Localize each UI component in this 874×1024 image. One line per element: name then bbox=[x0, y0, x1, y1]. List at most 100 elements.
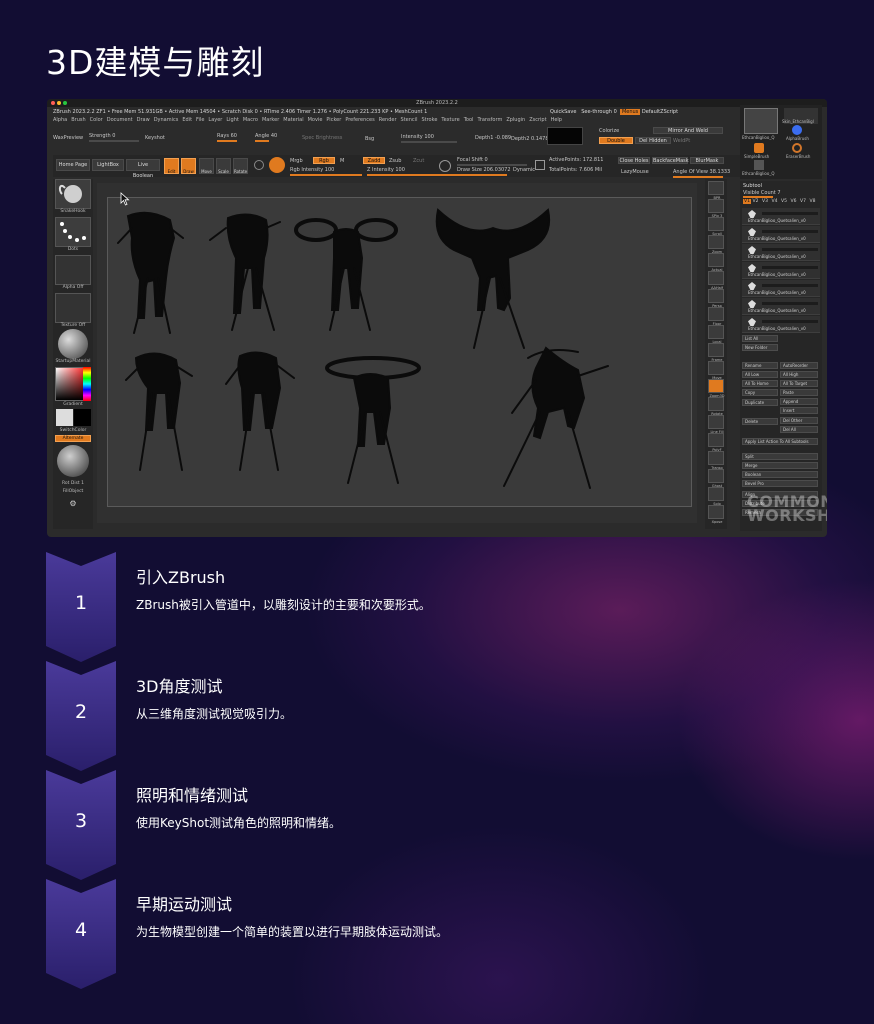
edit-mode-button[interactable]: Edit bbox=[164, 158, 179, 174]
view-tool-bpr[interactable]: BPR bbox=[708, 181, 724, 200]
subtool-list-all-button[interactable]: List All bbox=[742, 335, 778, 342]
simple-brush-icon[interactable] bbox=[754, 143, 764, 153]
live-boolean-button[interactable]: Live Boolean bbox=[126, 159, 160, 179]
subtool-del-other-button[interactable]: Del Other bbox=[780, 417, 818, 424]
menu-item-preferences[interactable]: Preferences bbox=[345, 117, 374, 123]
subtool-visibility-bar[interactable] bbox=[762, 284, 818, 287]
lazy-mouse-button[interactable]: LazyMouse bbox=[621, 169, 649, 175]
mrgb-button[interactable]: Mrgb bbox=[290, 158, 303, 164]
subtool-new-folder-button[interactable]: New Folder bbox=[742, 344, 778, 351]
menus-toggle[interactable]: Menus bbox=[619, 109, 641, 115]
view-tool-actual[interactable]: Actual bbox=[708, 253, 724, 272]
menu-item-alpha[interactable]: Alpha bbox=[53, 117, 67, 123]
subtool-delete-button[interactable]: Delete bbox=[742, 418, 778, 425]
spec-brightness-slider[interactable]: Spec Brightness bbox=[302, 135, 342, 141]
subtool-all-low-button[interactable]: All Low bbox=[742, 371, 778, 378]
menu-item-help[interactable]: Help bbox=[551, 117, 562, 123]
subtool-duplicate-button[interactable]: Duplicate bbox=[742, 399, 778, 406]
menu-item-material[interactable]: Material bbox=[283, 117, 303, 123]
subtool-bevel-pro-button[interactable]: Bevel Pro bbox=[742, 480, 818, 487]
weldpt-button[interactable]: WeldPt bbox=[673, 138, 690, 144]
primary-color-swatch[interactable] bbox=[56, 409, 73, 426]
view-tool-polyf[interactable]: PolyF bbox=[708, 433, 724, 452]
dynamic-button[interactable]: Dynamic bbox=[513, 167, 535, 173]
subtool-apply-list-button[interactable]: Apply List Action To All Subtools bbox=[742, 438, 818, 445]
menu-item-movie[interactable]: Movie bbox=[308, 117, 323, 123]
focal-dial-icon[interactable] bbox=[439, 160, 451, 172]
edit-sculpt-icon[interactable] bbox=[535, 160, 545, 170]
menu-item-dynamics[interactable]: Dynamics bbox=[154, 117, 179, 123]
subtool-item[interactable]: EthcanBiglioo_Quetsalien_v0 bbox=[742, 298, 820, 315]
subtool-version-tab[interactable]: V8 bbox=[810, 199, 816, 204]
subtool-all-to-home-button[interactable]: All To Home bbox=[742, 380, 778, 387]
alpha-brush-icon[interactable] bbox=[792, 125, 802, 135]
lightbox-button[interactable]: LightBox bbox=[92, 159, 124, 171]
menu-item-zscript[interactable]: Zscript bbox=[529, 117, 546, 123]
subtool-all-to-target-button[interactable]: All To Target bbox=[780, 380, 818, 387]
double-button[interactable]: Double bbox=[599, 137, 633, 144]
menu-item-tool[interactable]: Tool bbox=[464, 117, 474, 123]
view-tool-ghost[interactable]: Ghost bbox=[708, 469, 724, 488]
menu-item-edit[interactable]: Edit bbox=[182, 117, 192, 123]
subtool-all-high-button[interactable]: All High bbox=[780, 371, 818, 378]
menu-item-marker[interactable]: Marker bbox=[262, 117, 279, 123]
view-tool-persp[interactable]: Persp bbox=[708, 289, 724, 308]
bsg-button[interactable]: Bsg bbox=[365, 136, 374, 142]
view-tool-move[interactable]: Move bbox=[708, 361, 724, 380]
view-tool-xpose[interactable]: Xpose bbox=[708, 505, 724, 524]
view-tool-scroll[interactable]: Scroll bbox=[708, 217, 724, 236]
subtool-visibility-bar[interactable] bbox=[762, 302, 818, 305]
rotate-mode-button[interactable]: Rotate bbox=[233, 158, 248, 174]
view-tool-aahalf[interactable]: AAHalf bbox=[708, 271, 724, 290]
menu-item-zplugin[interactable]: Zplugin bbox=[506, 117, 525, 123]
rays-slider[interactable]: Rays 60 bbox=[217, 133, 237, 139]
subtool-paste-button[interactable]: Paste bbox=[780, 389, 818, 396]
menu-item-file[interactable]: File bbox=[196, 117, 204, 123]
hue-strip[interactable] bbox=[83, 367, 91, 401]
zcut-button[interactable]: Zcut bbox=[413, 158, 424, 164]
subtool-append-button[interactable]: Append bbox=[780, 398, 818, 405]
subtool-boolean-button[interactable]: Boolean bbox=[742, 471, 818, 478]
close-holes-button[interactable]: Close Holes bbox=[618, 157, 650, 164]
quicksave-button[interactable]: QuickSave bbox=[550, 109, 576, 115]
view-tool-zoom3d[interactable]: Zoom3D bbox=[708, 379, 725, 398]
brush-slot-1[interactable] bbox=[744, 108, 778, 134]
wax-preview-button[interactable]: WaxPreview bbox=[53, 135, 83, 141]
view-tool-floor[interactable]: Floor bbox=[708, 307, 724, 326]
subtool-split-button[interactable]: Split bbox=[742, 453, 818, 460]
angle-slider[interactable]: Angle 40 bbox=[255, 133, 277, 139]
view-tool-spix-3[interactable]: SPix 3 bbox=[708, 199, 724, 218]
strength-slider[interactable]: Strength 0 bbox=[89, 133, 115, 139]
color-picker-icon[interactable] bbox=[269, 157, 285, 173]
rgb-button[interactable]: Rgb bbox=[313, 157, 335, 164]
draw-size-slider[interactable]: Draw Size 206.03072 bbox=[457, 167, 511, 173]
depth2-slider[interactable]: Depth2 0.1478 bbox=[511, 136, 549, 142]
focal-shift-slider[interactable]: Focal Shift 0 bbox=[457, 157, 488, 163]
subtool-item[interactable]: EthcanBiglioo_Quetsalien_v0 bbox=[742, 226, 820, 243]
subtool-visibility-bar[interactable] bbox=[762, 320, 818, 323]
sphere-icon[interactable] bbox=[254, 160, 264, 170]
eraser-brush-icon[interactable] bbox=[792, 143, 802, 153]
subtool-item[interactable]: EthcanBiglioo_Quetsalien_v0 bbox=[742, 262, 820, 279]
stroke-thumbnail[interactable] bbox=[55, 217, 91, 247]
menu-item-transform[interactable]: Transform bbox=[477, 117, 502, 123]
subtool-version-tab[interactable]: V6 bbox=[791, 199, 797, 204]
home-page-button[interactable]: Home Page bbox=[56, 159, 90, 171]
camera-icon[interactable]: ⚙ bbox=[65, 499, 81, 509]
default-zscript[interactable]: DefaultZScript bbox=[642, 109, 678, 115]
material-sphere-icon[interactable] bbox=[58, 329, 88, 359]
seethrough-slider[interactable]: See-through 0 bbox=[581, 109, 617, 115]
intensity-slider[interactable]: Intensity 100 bbox=[401, 134, 434, 140]
subtool-item[interactable]: EthcanBiglioo_Quetsalien_v0 bbox=[742, 316, 820, 333]
menu-item-macro[interactable]: Macro bbox=[243, 117, 258, 123]
alpha-thumbnail[interactable] bbox=[55, 255, 91, 285]
colorize-button[interactable]: Colorize bbox=[599, 128, 619, 134]
subtool-visibility-bar[interactable] bbox=[762, 248, 818, 251]
view-tool-line-fill[interactable]: Line Fill bbox=[708, 415, 724, 434]
subtool-visibility-bar[interactable] bbox=[762, 212, 818, 215]
menu-item-layer[interactable]: Layer bbox=[208, 117, 222, 123]
move-mode-button[interactable]: Move bbox=[199, 158, 214, 174]
depth1-slider[interactable]: Depth1 -0.089 bbox=[475, 135, 511, 141]
menu-item-texture[interactable]: Texture bbox=[441, 117, 459, 123]
subtool-copy-button[interactable]: Copy bbox=[742, 389, 778, 396]
